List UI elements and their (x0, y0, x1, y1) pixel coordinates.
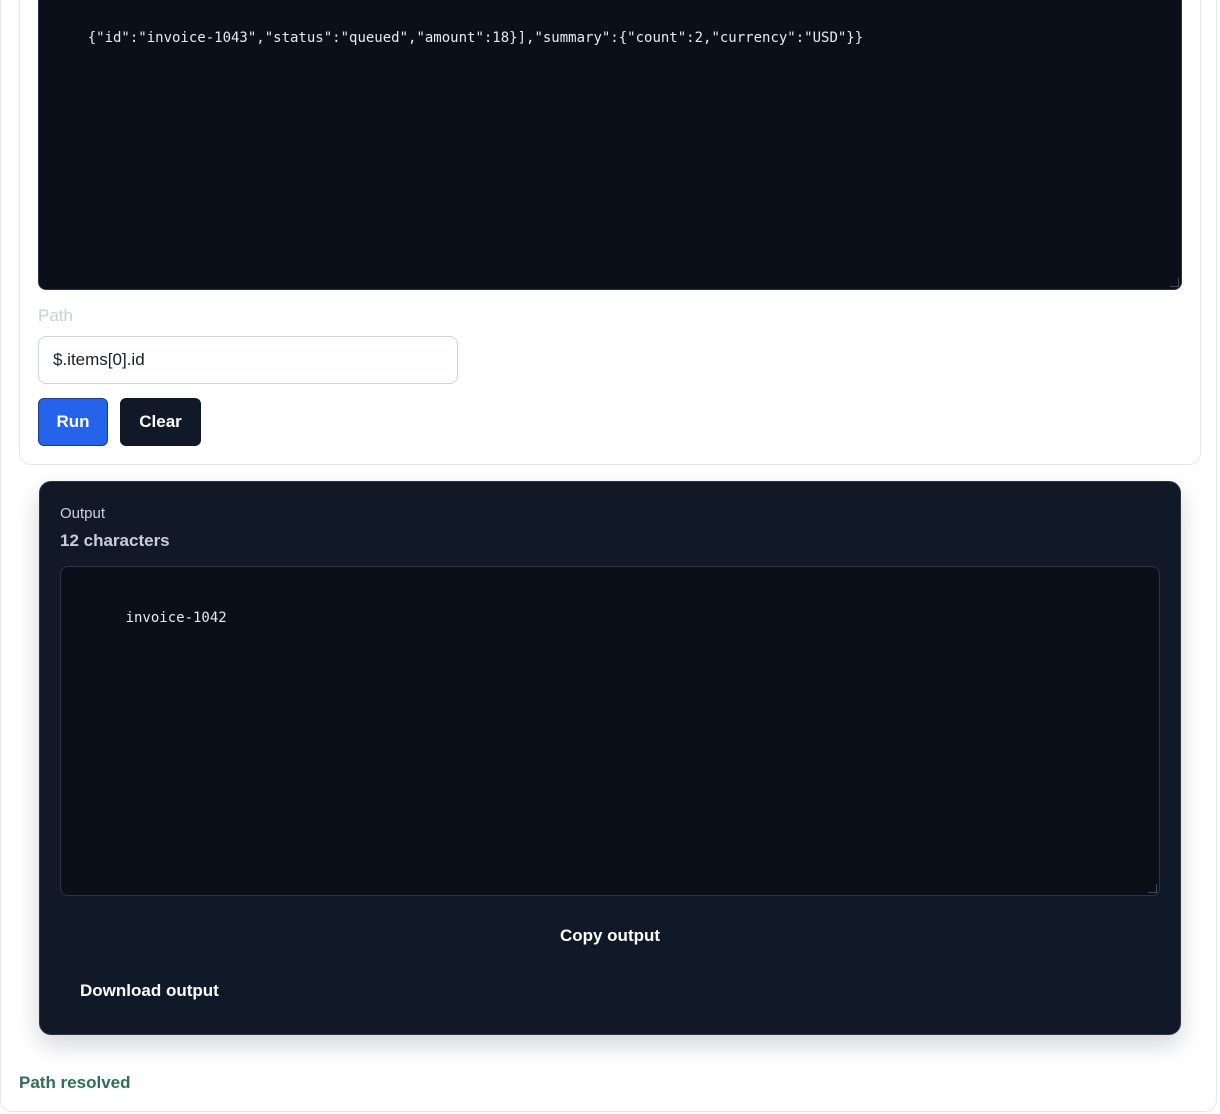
output-panel: Output 12 characters invoice-1042 Copy o… (39, 481, 1181, 1035)
json-input-textarea[interactable]: {"id":"invoice-1043","status":"queued","… (38, 0, 1182, 290)
path-input[interactable] (38, 336, 458, 384)
output-label: Output (60, 505, 106, 522)
page: {"id":"invoice-1043","status":"queued","… (0, 0, 1220, 1114)
run-button[interactable]: Run (38, 398, 108, 446)
download-output-button[interactable]: Download output (60, 967, 239, 1015)
output-character-count: 12 characters (60, 531, 170, 550)
clear-button[interactable]: Clear (120, 398, 201, 446)
json-input-text: {"id":"invoice-1043","status":"queued","… (87, 30, 864, 46)
copy-output-button[interactable]: Copy output (60, 912, 1160, 960)
path-label: Path (38, 306, 73, 325)
output-text: invoice-1042 (125, 610, 227, 626)
resize-handle-icon[interactable] (1170, 278, 1179, 287)
resize-handle-icon[interactable] (1148, 884, 1157, 893)
output-textarea[interactable]: invoice-1042 (60, 566, 1160, 896)
status-message: Path resolved (19, 1073, 131, 1092)
